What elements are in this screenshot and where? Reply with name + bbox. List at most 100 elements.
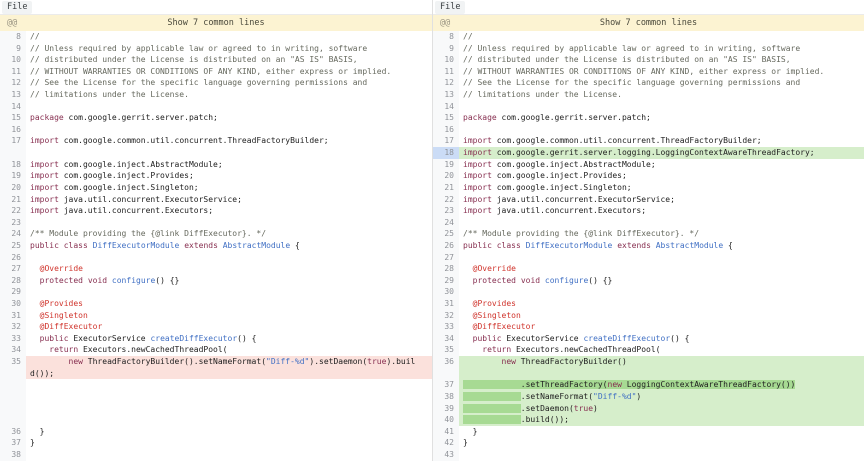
line-number[interactable]: 17 xyxy=(0,135,26,147)
line-number[interactable]: 26 xyxy=(433,240,459,252)
line-number[interactable]: 27 xyxy=(433,252,459,264)
code-row: 33 public ExecutorService createDiffExec… xyxy=(0,333,432,345)
line-number[interactable]: 8 xyxy=(433,31,459,43)
line-number[interactable]: 31 xyxy=(0,310,26,322)
line-number[interactable] xyxy=(433,368,459,380)
code-line: /** Module providing the {@link DiffExec… xyxy=(26,228,432,240)
line-number[interactable]: 36 xyxy=(433,356,459,368)
code-row: 13// limitations under the License. xyxy=(433,89,864,101)
context-expander-left[interactable]: @@ Show 7 common lines xyxy=(0,15,432,31)
line-number[interactable]: 29 xyxy=(433,275,459,287)
line-number[interactable]: 33 xyxy=(433,321,459,333)
line-number[interactable]: 13 xyxy=(0,89,26,101)
line-number[interactable]: 26 xyxy=(0,252,26,264)
diff-pane-left: File @@ Show 7 common lines 8//9// Unles… xyxy=(0,0,432,461)
show-common-lines-label[interactable]: Show 7 common lines xyxy=(167,18,264,28)
code-row: 24 xyxy=(433,217,864,229)
line-number[interactable]: 23 xyxy=(433,205,459,217)
code-row: 25public class DiffExecutorModule extend… xyxy=(0,240,432,252)
line-number[interactable]: 33 xyxy=(0,333,26,345)
line-number[interactable]: 21 xyxy=(0,194,26,206)
line-number[interactable]: 32 xyxy=(0,321,26,333)
line-number[interactable]: 38 xyxy=(0,449,26,461)
line-number[interactable]: 28 xyxy=(433,263,459,275)
code-row: 20import com.google.inject.Singleton; xyxy=(0,182,432,194)
line-number[interactable]: 31 xyxy=(433,298,459,310)
line-number[interactable]: 19 xyxy=(0,170,26,182)
line-number[interactable] xyxy=(0,379,26,391)
line-number[interactable]: 41 xyxy=(433,426,459,438)
code-line xyxy=(26,449,432,461)
line-number[interactable]: 34 xyxy=(433,333,459,345)
line-number[interactable]: 35 xyxy=(433,344,459,356)
line-number[interactable]: 13 xyxy=(433,89,459,101)
line-number[interactable]: 11 xyxy=(0,66,26,78)
code-row: 19import com.google.inject.AbstractModul… xyxy=(433,159,864,171)
line-number[interactable] xyxy=(0,414,26,426)
code-line: } xyxy=(26,437,432,449)
line-number[interactable]: 11 xyxy=(433,66,459,78)
line-number[interactable]: 9 xyxy=(0,43,26,55)
code-row: 34 return Executors.newCachedThreadPool( xyxy=(0,344,432,356)
code-line: import com.google.inject.AbstractModule; xyxy=(459,159,864,171)
code-row: 29 protected void configure() {} xyxy=(433,275,864,287)
line-number[interactable]: 32 xyxy=(433,310,459,322)
line-number[interactable]: 43 xyxy=(433,449,459,461)
line-number[interactable]: 36 xyxy=(0,426,26,438)
line-number[interactable]: 37 xyxy=(433,379,459,391)
line-number[interactable]: 18 xyxy=(433,147,459,159)
line-number[interactable]: 22 xyxy=(0,205,26,217)
line-number[interactable]: 15 xyxy=(433,112,459,124)
line-number[interactable]: 30 xyxy=(0,298,26,310)
line-number[interactable]: 35 xyxy=(0,356,26,368)
line-number[interactable]: 24 xyxy=(433,217,459,229)
code-line: import com.google.inject.Singleton; xyxy=(459,182,864,194)
code-line: public ExecutorService createDiffExecuto… xyxy=(459,333,864,345)
code-line xyxy=(26,414,432,426)
code-line: import com.google.inject.AbstractModule; xyxy=(26,159,432,171)
line-number[interactable] xyxy=(0,391,26,403)
line-number[interactable]: 18 xyxy=(0,159,26,171)
line-number[interactable]: 24 xyxy=(0,228,26,240)
line-number[interactable]: 39 xyxy=(433,403,459,415)
line-number[interactable]: 23 xyxy=(0,217,26,229)
line-number[interactable]: 28 xyxy=(0,275,26,287)
line-number[interactable]: 17 xyxy=(433,135,459,147)
line-number[interactable]: 42 xyxy=(433,437,459,449)
line-number[interactable]: 16 xyxy=(433,124,459,136)
code-line xyxy=(459,286,864,298)
line-number[interactable]: 25 xyxy=(0,240,26,252)
line-number[interactable]: 30 xyxy=(433,286,459,298)
line-number[interactable]: 20 xyxy=(433,170,459,182)
code-line xyxy=(26,124,432,136)
line-number[interactable]: 37 xyxy=(0,437,26,449)
line-number[interactable]: 27 xyxy=(0,263,26,275)
code-line xyxy=(26,403,432,415)
line-number[interactable]: 25 xyxy=(433,228,459,240)
code-line: @Provides xyxy=(459,298,864,310)
line-number[interactable]: 40 xyxy=(433,414,459,426)
line-number[interactable]: 14 xyxy=(0,101,26,113)
line-number[interactable]: 12 xyxy=(0,77,26,89)
line-number[interactable]: 9 xyxy=(433,43,459,55)
line-number[interactable]: 29 xyxy=(0,286,26,298)
code-line: // Unless required by applicable law or … xyxy=(26,43,432,55)
line-number[interactable]: 10 xyxy=(0,54,26,66)
line-number[interactable] xyxy=(0,368,26,380)
line-number[interactable]: 14 xyxy=(433,101,459,113)
line-number[interactable]: 19 xyxy=(433,159,459,171)
line-number[interactable]: 15 xyxy=(0,112,26,124)
line-number[interactable]: 16 xyxy=(0,124,26,136)
line-number[interactable]: 38 xyxy=(433,391,459,403)
line-number[interactable]: 34 xyxy=(0,344,26,356)
context-expander-right[interactable]: @@ Show 7 common lines xyxy=(433,15,864,31)
show-common-lines-label[interactable]: Show 7 common lines xyxy=(600,18,697,28)
line-number[interactable]: 8 xyxy=(0,31,26,43)
line-number[interactable]: 12 xyxy=(433,77,459,89)
line-number[interactable] xyxy=(0,147,26,159)
line-number[interactable] xyxy=(0,403,26,415)
line-number[interactable]: 21 xyxy=(433,182,459,194)
line-number[interactable]: 20 xyxy=(0,182,26,194)
line-number[interactable]: 22 xyxy=(433,194,459,206)
line-number[interactable]: 10 xyxy=(433,54,459,66)
